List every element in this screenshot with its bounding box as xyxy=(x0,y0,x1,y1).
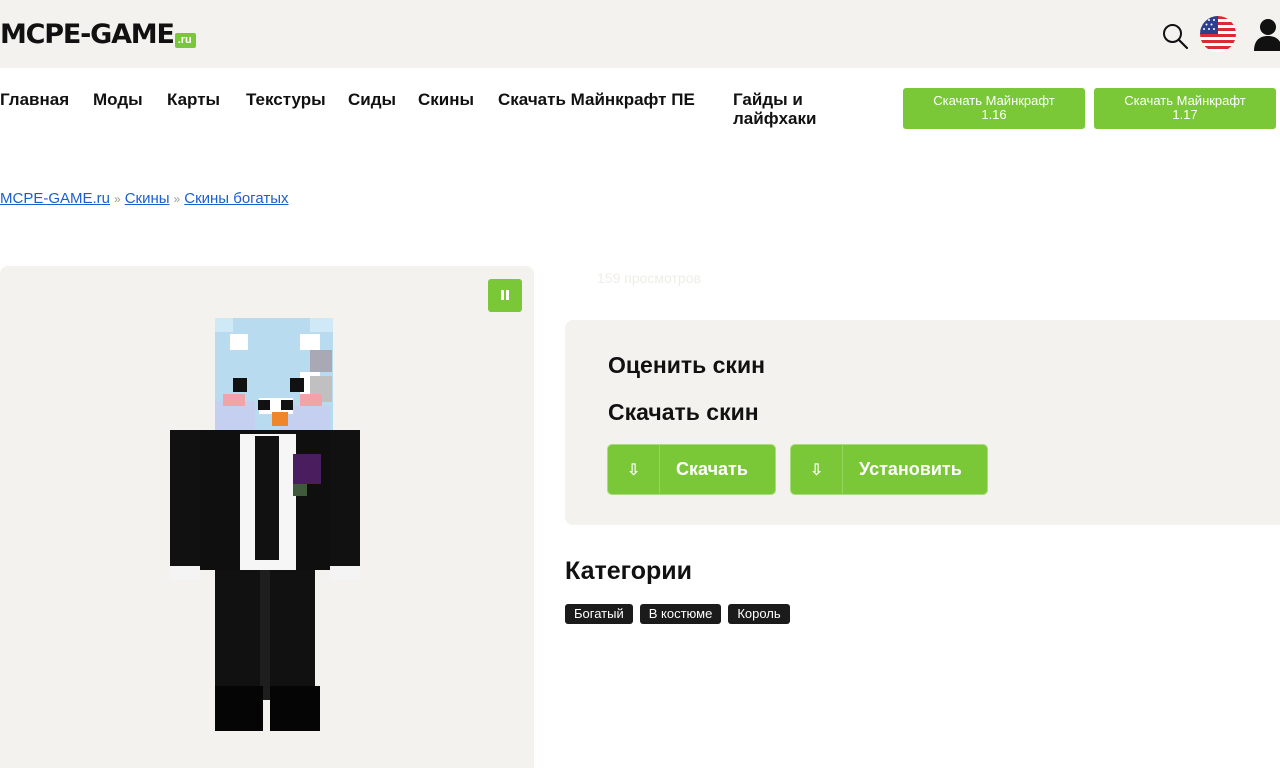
nav-item-download-mcpe[interactable]: Скачать Майнкрафт ПЕ xyxy=(498,90,698,109)
button-label-line1: Скачать Майнкрафт xyxy=(933,93,1055,108)
button-label-line1: Скачать Майнкрафт xyxy=(1124,93,1246,108)
button-label-line2: 1.17 xyxy=(1172,107,1198,122)
button-label-line2: 1.16 xyxy=(981,107,1007,122)
download-minecraft-116-button[interactable]: Скачать Майнкрафт 1.16 xyxy=(903,88,1085,129)
nav-item-skins[interactable]: Скины xyxy=(418,90,474,109)
install-button-label: Установить xyxy=(859,459,962,479)
pause-icon[interactable] xyxy=(488,279,522,312)
site-logo[interactable]: MCPE-GAME .ru xyxy=(0,18,196,52)
nav-item-guides[interactable]: Гайды и лайфхаки xyxy=(733,90,843,128)
breadcrumb-skins-link[interactable]: Скины xyxy=(125,190,170,207)
download-skin-title: Скачать скин xyxy=(608,399,759,425)
category-tag[interactable]: Король xyxy=(728,604,790,624)
download-arrow-icon: ⇩ xyxy=(608,445,660,494)
logo-text: MCPE-GAME xyxy=(0,19,175,50)
user-icon[interactable] xyxy=(1253,17,1280,51)
download-skin-button[interactable]: ⇩ Скачать xyxy=(607,444,776,495)
skin-3d-model[interactable] xyxy=(160,316,370,746)
install-skin-button[interactable]: ⇩ Установить xyxy=(790,444,988,495)
download-minecraft-117-button[interactable]: Скачать Майнкрафт 1.17 xyxy=(1094,88,1276,129)
download-button-label: Скачать xyxy=(676,459,748,479)
nav-item-textures[interactable]: Текстуры xyxy=(246,90,326,109)
nav-item-seeds[interactable]: Сиды xyxy=(348,90,396,109)
breadcrumb-home-link[interactable]: MCPE-GAME.ru xyxy=(0,190,110,207)
nav-item-maps[interactable]: Карты xyxy=(167,90,220,109)
breadcrumb-separator: » xyxy=(173,192,181,206)
download-arrow-icon: ⇩ xyxy=(791,445,843,494)
search-icon[interactable] xyxy=(1161,22,1189,50)
logo-domain-badge: .ru xyxy=(174,33,196,48)
category-tag[interactable]: В костюме xyxy=(639,604,722,624)
category-tags: Богатый В костюме Король xyxy=(565,604,790,624)
header-bar: MCPE-GAME .ru xyxy=(0,0,1280,68)
us-flag-icon[interactable] xyxy=(1200,16,1236,52)
views-count: 159 просмотров xyxy=(597,270,701,286)
nav-item-home[interactable]: Главная xyxy=(0,90,69,109)
rate-skin-title: Оценить скин xyxy=(608,352,765,378)
breadcrumb: MCPE-GAME.ru» Скины» Скины богатых xyxy=(0,189,288,209)
nav-item-mods[interactable]: Моды xyxy=(93,90,143,109)
breadcrumb-separator: » xyxy=(114,192,121,206)
category-tag[interactable]: Богатый xyxy=(565,604,633,624)
categories-title: Категории xyxy=(565,557,692,585)
breadcrumb-rich-skins-link[interactable]: Скины богатых xyxy=(184,190,288,207)
